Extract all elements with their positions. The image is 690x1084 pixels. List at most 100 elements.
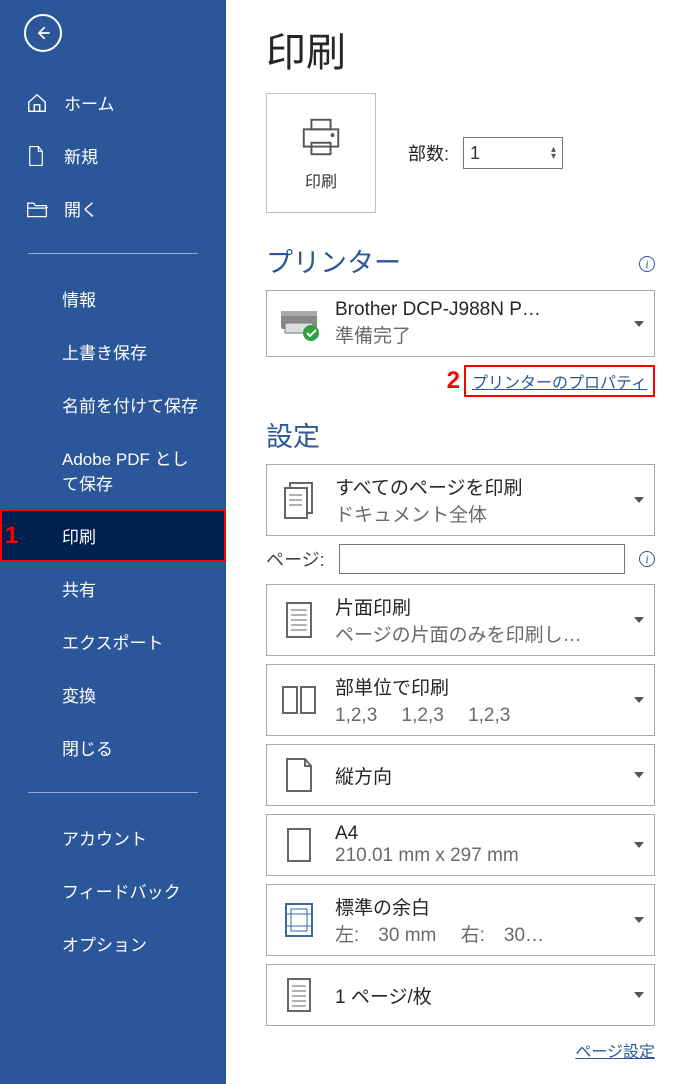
dd-title: 1 ページ/枚 — [335, 982, 620, 1009]
chevron-down-icon — [634, 697, 644, 703]
sidebar-item-feedback[interactable]: フィードバック — [0, 864, 226, 917]
dd-title: すべてのページを印刷 — [335, 473, 620, 500]
dd-title: 部単位で印刷 — [335, 673, 620, 700]
sidebar-label: 共有 — [62, 576, 96, 601]
annotation-box-2: プリンターのプロパティ — [464, 365, 655, 397]
sidebar-label: 開く — [64, 196, 98, 221]
divider — [28, 792, 198, 793]
sidebar: ホーム 新規 開く 情報 上書き保存 名前を付けて保存 Adobe PDF とし… — [0, 0, 226, 1084]
annotation-1: 1 — [5, 522, 18, 550]
copies-control: 部数: 1 ▴▾ — [408, 137, 563, 169]
info-icon[interactable]: i — [639, 551, 655, 567]
sidebar-item-account[interactable]: アカウント — [0, 811, 226, 864]
one-sided-icon — [277, 598, 321, 642]
setting-pages-per-sheet[interactable]: 1 ページ/枚 — [266, 964, 655, 1026]
setting-paper-size[interactable]: A4 210.01 mm x 297 mm — [266, 814, 655, 876]
printer-section-head: プリンター i — [266, 238, 655, 290]
copies-label: 部数: — [408, 140, 449, 166]
setting-collate[interactable]: 部単位で印刷 1,2,3 1,2,3 1,2,3 — [266, 664, 655, 736]
divider — [28, 253, 198, 254]
back-button[interactable] — [24, 14, 62, 52]
pages-icon — [277, 478, 321, 522]
chevron-down-icon — [634, 772, 644, 778]
printer-name: Brother DCP-J988N P… — [335, 299, 620, 321]
setting-orientation[interactable]: 縦方向 — [266, 744, 655, 806]
page-title: 印刷 — [266, 20, 655, 78]
printer-dropdown[interactable]: Brother DCP-J988N P… 準備完了 — [266, 290, 655, 357]
sidebar-item-options[interactable]: オプション — [0, 917, 226, 970]
sidebar-label: 閉じる — [62, 735, 113, 760]
sidebar-item-share[interactable]: 共有 — [0, 562, 226, 615]
margins-icon — [277, 898, 321, 942]
printer-device-icon — [277, 302, 321, 346]
sidebar-label: Adobe PDF として保存 — [62, 445, 204, 495]
printer-icon — [298, 114, 344, 160]
sidebar-label: フィードバック — [62, 878, 181, 903]
sidebar-label: 名前を付けて保存 — [62, 392, 198, 417]
sidebar-item-home[interactable]: ホーム — [0, 76, 226, 129]
sidebar-label: 情報 — [62, 286, 96, 311]
sidebar-item-open[interactable]: 開く — [0, 182, 226, 235]
home-icon — [26, 92, 52, 114]
sidebar-item-convert[interactable]: 変換 — [0, 668, 226, 721]
dd-title: 縦方向 — [335, 762, 620, 789]
chevron-down-icon — [634, 842, 644, 848]
sidebar-label: 印刷 — [62, 523, 96, 548]
printer-status: 準備完了 — [335, 321, 620, 348]
dd-title: A4 — [335, 823, 620, 845]
copies-spinner[interactable]: 1 ▴▾ — [463, 137, 563, 169]
open-folder-icon — [26, 199, 52, 219]
dd-sub: 左: 30 mm 右: 30… — [335, 920, 620, 947]
printer-props-row: 2 プリンターのプロパティ — [266, 365, 655, 397]
print-action-row: 印刷 部数: 1 ▴▾ — [266, 93, 655, 213]
chevron-down-icon[interactable]: ▾ — [551, 153, 556, 160]
chevron-down-icon — [634, 321, 644, 327]
dd-sub: ドキュメント全体 — [335, 500, 620, 527]
pages-label: ページ: — [266, 546, 325, 572]
sidebar-label: ホーム — [64, 90, 115, 115]
chevron-down-icon — [634, 992, 644, 998]
footer-link-row: ページ設定 — [266, 1038, 655, 1062]
chevron-down-icon — [634, 917, 644, 923]
sidebar-label: 上書き保存 — [62, 339, 147, 364]
section-title-settings: 設定 — [266, 415, 655, 454]
dd-sub: 1,2,3 1,2,3 1,2,3 — [335, 700, 620, 727]
sidebar-label: エクスポート — [62, 629, 164, 654]
setting-one-sided[interactable]: 片面印刷 ページの片面のみを印刷し… — [266, 584, 655, 656]
pages-input[interactable] — [339, 544, 625, 574]
collate-icon — [277, 678, 321, 722]
main-content: 印刷 印刷 部数: 1 ▴▾ プリンター i — [226, 0, 690, 1084]
sidebar-label: アカウント — [62, 825, 147, 850]
sheet-icon — [277, 973, 321, 1017]
dd-title: 片面印刷 — [335, 593, 620, 620]
sidebar-item-save[interactable]: 上書き保存 — [0, 325, 226, 378]
sidebar-item-new[interactable]: 新規 — [0, 129, 226, 182]
sidebar-item-saveas[interactable]: 名前を付けて保存 — [0, 378, 226, 431]
setting-print-range[interactable]: すべてのページを印刷 ドキュメント全体 — [266, 464, 655, 536]
sidebar-item-adobepdf[interactable]: Adobe PDF として保存 — [0, 431, 226, 509]
sidebar-item-close[interactable]: 閉じる — [0, 721, 226, 774]
sidebar-label: 新規 — [64, 143, 98, 168]
sidebar-item-info[interactable]: 情報 — [0, 272, 226, 325]
portrait-icon — [277, 753, 321, 797]
sidebar-label: オプション — [62, 931, 147, 956]
section-title-printer: プリンター — [266, 241, 401, 280]
page-setup-link[interactable]: ページ設定 — [575, 1044, 655, 1061]
dd-sub: 210.01 mm x 297 mm — [335, 845, 620, 867]
chevron-down-icon — [634, 497, 644, 503]
info-icon[interactable]: i — [639, 256, 655, 272]
printer-properties-link[interactable]: プリンターのプロパティ — [472, 375, 647, 392]
spin-buttons[interactable]: ▴▾ — [551, 146, 556, 160]
dd-sub: ページの片面のみを印刷し… — [335, 620, 620, 647]
chevron-down-icon — [634, 617, 644, 623]
sidebar-label: 変換 — [62, 682, 96, 707]
paper-icon — [277, 823, 321, 867]
pages-row: ページ: i — [266, 544, 655, 574]
sidebar-item-print[interactable]: 印刷 — [0, 509, 226, 562]
print-button[interactable]: 印刷 — [266, 93, 376, 213]
arrow-left-icon — [33, 23, 53, 43]
dd-title: 標準の余白 — [335, 893, 620, 920]
setting-margins[interactable]: 標準の余白 左: 30 mm 右: 30… — [266, 884, 655, 956]
print-card-label: 印刷 — [305, 168, 337, 192]
sidebar-item-export[interactable]: エクスポート — [0, 615, 226, 668]
